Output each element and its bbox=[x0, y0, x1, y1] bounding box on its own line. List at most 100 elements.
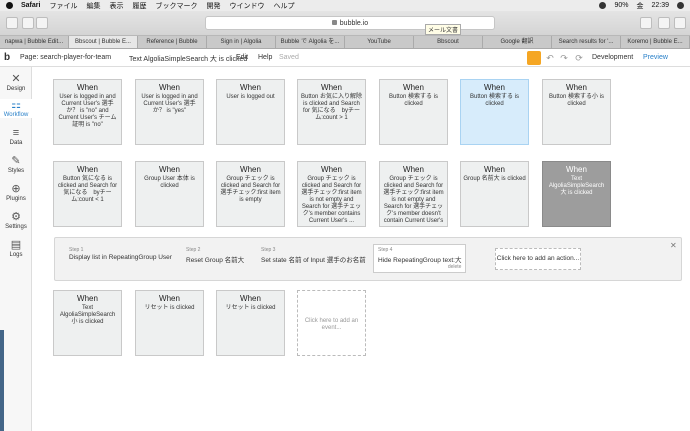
menubar-date[interactable]: 金 bbox=[636, 1, 643, 11]
browser-tab[interactable]: napwa | Bubble Edit... bbox=[0, 36, 69, 48]
browser-tab[interactable]: Reference | Bubble bbox=[138, 36, 207, 48]
workflow-event-card[interactable]: When Text AlgoliaSimpleSearch 小 is click… bbox=[53, 290, 122, 356]
sidebar-item-settings[interactable]: ⚙ Settings bbox=[0, 211, 32, 230]
menu-edit[interactable]: 編集 bbox=[86, 1, 100, 11]
undo-icon[interactable]: ↶ bbox=[545, 53, 555, 63]
menubar-app-name[interactable]: Safari bbox=[21, 2, 40, 9]
workflow-event-card-highlighted[interactable]: When Button 検索する is clicked bbox=[460, 79, 529, 145]
menu-file[interactable]: ファイル bbox=[49, 1, 77, 11]
battery-percent[interactable]: 90% bbox=[614, 2, 628, 9]
edit-menu[interactable]: Edit bbox=[236, 54, 248, 61]
step-action: Reset Group 名前大 bbox=[186, 257, 245, 264]
workflow-event-card[interactable]: When リセット is clicked bbox=[135, 290, 204, 356]
event-condition: Group 名前大 is clicked bbox=[463, 176, 526, 182]
workflow-event-card[interactable]: When Group チェック is clicked and Search fo… bbox=[297, 161, 366, 227]
menu-develop[interactable]: 開発 bbox=[206, 1, 220, 11]
browser-tab[interactable]: Bbscout bbox=[414, 36, 483, 48]
event-when-label: When bbox=[403, 165, 424, 174]
browser-tab-active[interactable]: Bbscout | Bubble E... bbox=[69, 36, 138, 48]
menu-help[interactable]: ヘルプ bbox=[273, 1, 294, 11]
workflow-event-card[interactable]: When リセット is clicked bbox=[216, 290, 285, 356]
preview-button[interactable]: Preview bbox=[643, 54, 668, 61]
mac-menubar: Safari ファイル 編集 表示 履歴 ブックマーク 開発 ウインドウ ヘルプ… bbox=[0, 0, 690, 11]
version-selector[interactable]: Development bbox=[592, 54, 633, 61]
sidebar-item-design[interactable]: ✕ Design bbox=[0, 73, 32, 92]
sidebar-item-label: Plugins bbox=[6, 196, 26, 202]
page-selector[interactable]: Page: search-player-for-team bbox=[20, 54, 111, 61]
new-tab-icon[interactable] bbox=[674, 17, 686, 29]
menu-bookmarks[interactable]: ブックマーク bbox=[155, 1, 197, 11]
workflow-step[interactable]: Step 1 Display list in RepeatingGroup Us… bbox=[69, 247, 172, 261]
sidebar-item-label: Logs bbox=[9, 252, 23, 258]
element-selector[interactable]: Text AlgoliaSimpleSearch 大 is clicked bbox=[129, 54, 247, 64]
workflow-step[interactable]: Step 3 Set state 名前 of Input 選手のお名前 bbox=[261, 247, 366, 264]
sidebar-item-data[interactable]: ≡ Data bbox=[0, 127, 32, 146]
deploy-icon[interactable]: ⟳ bbox=[574, 53, 584, 63]
delete-step-link[interactable]: delete bbox=[378, 264, 462, 270]
apple-icon[interactable] bbox=[6, 2, 13, 9]
event-when-label: When bbox=[321, 165, 342, 174]
event-when-label: When bbox=[403, 83, 424, 92]
workflow-event-card[interactable]: When Button 検索する is clicked bbox=[379, 79, 448, 145]
add-event-button[interactable]: Click here to add an event... bbox=[297, 290, 366, 356]
workflow-step-selected[interactable]: Step 4 Hide RepeatingGroup text:大 delete bbox=[373, 244, 467, 273]
workflow-event-card[interactable]: When User is logged out bbox=[216, 79, 285, 145]
workflow-event-card[interactable]: When Button 気になる is clicked and Search f… bbox=[53, 161, 122, 227]
redo-icon[interactable]: ↷ bbox=[559, 53, 569, 63]
event-when-label: When bbox=[484, 165, 505, 174]
editor-header: b Page: search-player-for-team Text Algo… bbox=[0, 49, 690, 67]
menu-history[interactable]: 履歴 bbox=[132, 1, 146, 11]
search-icon[interactable] bbox=[677, 2, 684, 9]
event-condition: User is logged in and Current User's 選手か… bbox=[141, 94, 198, 114]
event-condition: Group User 本体 is clicked bbox=[144, 176, 195, 189]
event-when-label: When bbox=[159, 83, 180, 92]
add-action-button[interactable]: Click here to add an action... bbox=[495, 248, 581, 270]
browser-tab[interactable]: Google 翻訳 bbox=[483, 36, 552, 48]
share-icon[interactable] bbox=[640, 17, 652, 29]
back-icon[interactable] bbox=[22, 17, 34, 29]
sidebar-item-logs[interactable]: ▤ Logs bbox=[0, 239, 32, 258]
workflow-event-card[interactable]: When User is logged in and Current User'… bbox=[135, 79, 204, 145]
event-when-label: When bbox=[240, 294, 261, 303]
browser-tab[interactable]: Bubble で Algolia を... bbox=[276, 36, 345, 48]
workflow-event-card[interactable]: When Group 名前大 is clicked bbox=[460, 161, 529, 227]
event-condition: Button 検索する is clicked bbox=[469, 94, 519, 107]
menubar-time[interactable]: 22:39 bbox=[651, 2, 669, 9]
sidebar-item-plugins[interactable]: ⊕ Plugins bbox=[0, 183, 32, 202]
browser-tab[interactable]: Search results for '... bbox=[552, 36, 621, 48]
workflow-event-card[interactable]: When Button 検索する小 is clicked bbox=[542, 79, 611, 145]
menu-view[interactable]: 表示 bbox=[109, 1, 123, 11]
address-url: bubble.io bbox=[339, 20, 369, 27]
data-icon: ≡ bbox=[12, 127, 20, 139]
browser-tab[interactable]: Sign in | Algolia bbox=[207, 36, 276, 48]
sidebar-item-workflow[interactable]: ⚏ Workflow bbox=[0, 99, 32, 118]
saved-status: Saved bbox=[279, 54, 299, 61]
workflow-event-card[interactable]: When Group チェック is clicked and Search fo… bbox=[379, 161, 448, 227]
workflow-steps-panel: Step 1 Display list in RepeatingGroup Us… bbox=[54, 237, 682, 281]
step-number: Step 1 bbox=[69, 247, 84, 253]
workflow-step[interactable]: Step 2 Reset Group 名前大 bbox=[186, 247, 244, 264]
forward-icon[interactable] bbox=[36, 17, 48, 29]
workflow-event-card[interactable]: When Button お気に入り解除 is clicked and Searc… bbox=[297, 79, 366, 145]
add-event-label: Click here to add an event... bbox=[304, 318, 359, 331]
upgrade-icon[interactable] bbox=[527, 51, 541, 65]
sidebar-toggle-icon[interactable] bbox=[6, 17, 18, 29]
sidebar-item-styles[interactable]: ✎ Styles bbox=[0, 155, 32, 174]
help-menu[interactable]: Help bbox=[258, 54, 272, 61]
browser-tab[interactable]: YouTube bbox=[345, 36, 414, 48]
workflow-event-card[interactable]: When User is logged in and Current User'… bbox=[53, 79, 122, 145]
event-condition: Text AlgoliaSimpleSearch 小 is clicked bbox=[59, 305, 116, 325]
menu-window[interactable]: ウインドウ bbox=[229, 1, 264, 11]
wifi-icon[interactable] bbox=[599, 2, 607, 9]
close-icon[interactable]: ✕ bbox=[670, 241, 677, 250]
step-action: Hide RepeatingGroup text:大 bbox=[378, 257, 462, 264]
workflow-event-card[interactable]: When Group User 本体 is clicked bbox=[135, 161, 204, 227]
step-action: Set state 名前 of Input 選手のお名前 bbox=[261, 257, 366, 264]
workflow-event-card[interactable]: When Group チェック is clicked and Search fo… bbox=[216, 161, 285, 227]
browser-toolbar: bubble.io メール文書 bbox=[0, 11, 690, 36]
workflow-event-card-selected[interactable]: When Text AlgoliaSimpleSearch 大 is click… bbox=[542, 161, 611, 227]
bubble-logo[interactable]: b bbox=[4, 52, 16, 64]
tabs-overview-icon[interactable] bbox=[658, 17, 670, 29]
workflow-canvas[interactable]: When User is logged in and Current User'… bbox=[32, 67, 690, 431]
browser-tab[interactable]: Koremo | Bubble E... bbox=[621, 36, 690, 48]
